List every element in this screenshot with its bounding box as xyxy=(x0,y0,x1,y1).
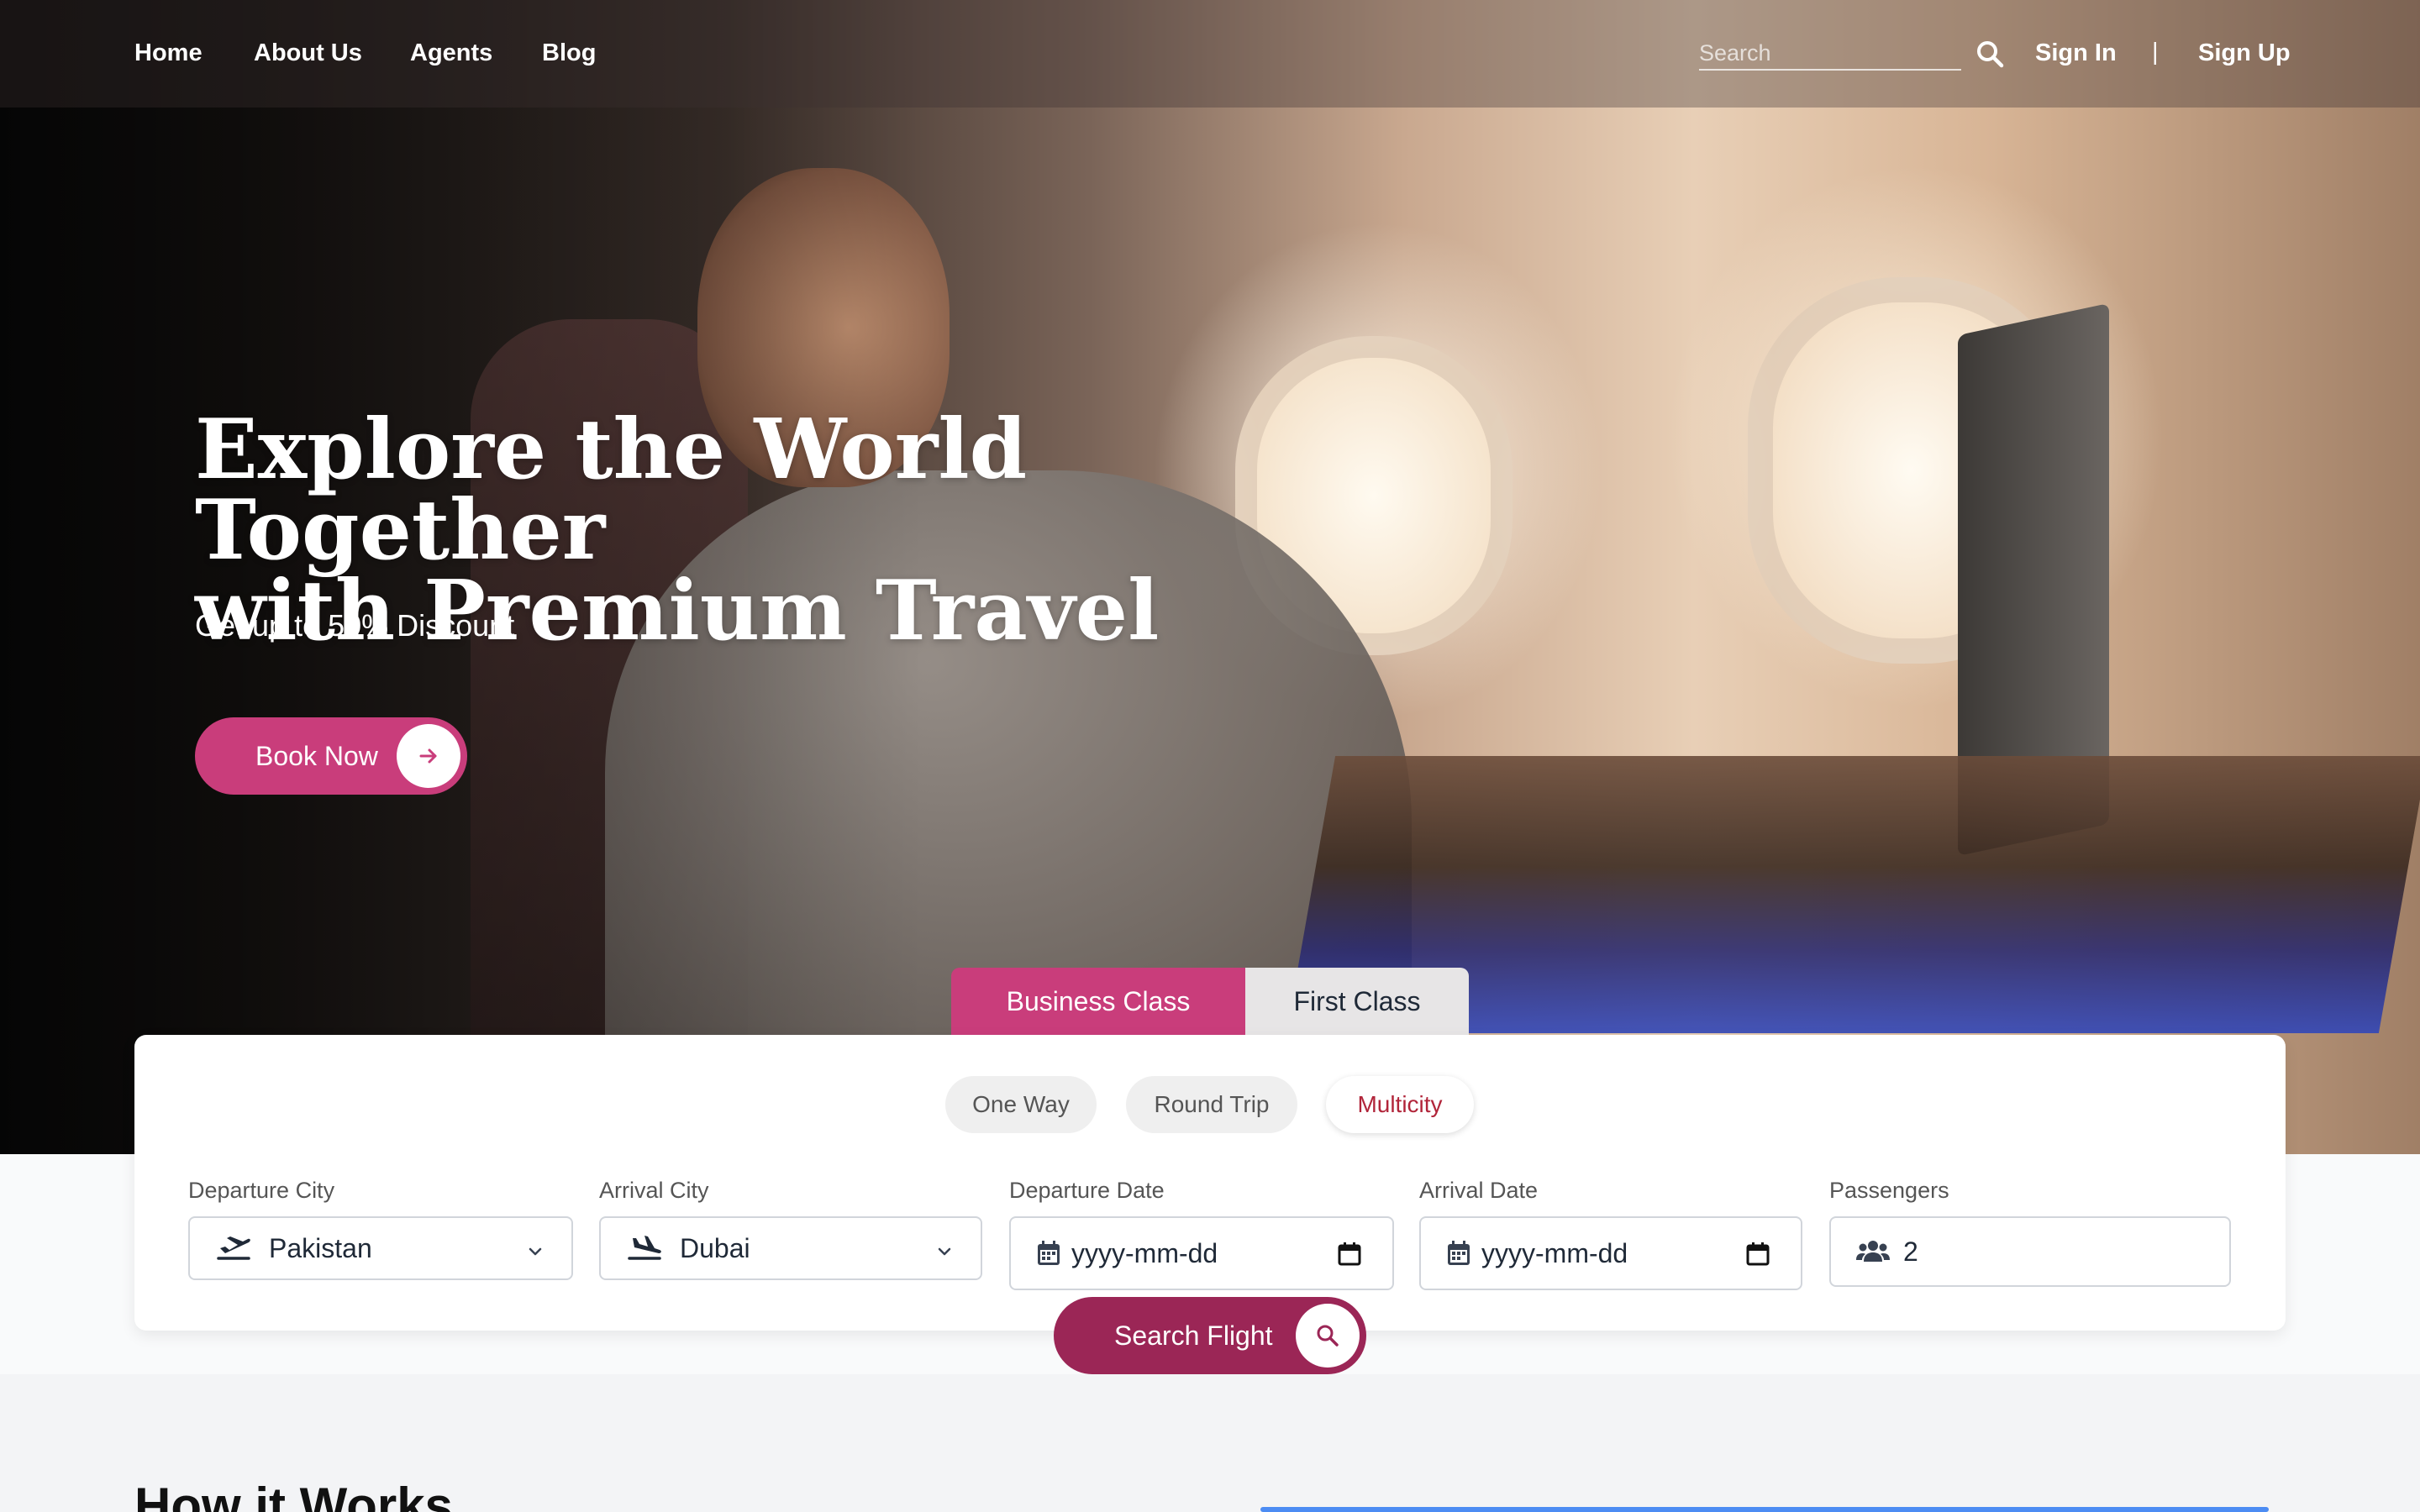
search-input[interactable] xyxy=(1699,37,1961,71)
departure-date-input[interactable]: yyyy-mm-dd xyxy=(1009,1216,1394,1290)
users-icon xyxy=(1856,1235,1890,1268)
book-now-button[interactable]: Book Now xyxy=(195,717,467,795)
nav-home[interactable]: Home xyxy=(134,39,203,67)
arrival-city-value: Dubai xyxy=(680,1232,750,1263)
passengers-input[interactable]: 2 xyxy=(1829,1216,2231,1287)
sign-in-link[interactable]: Sign In xyxy=(2035,39,2117,67)
chevron-down-icon xyxy=(934,1238,955,1260)
nav-about-us[interactable]: About Us xyxy=(254,39,362,67)
arrow-right-icon xyxy=(397,724,460,788)
arrival-date-value: yyyy-mm-dd xyxy=(1481,1237,1628,1268)
chevron-down-icon xyxy=(524,1238,546,1260)
arrival-city-label: Arrival City xyxy=(599,1178,709,1203)
section-heading-how-it-works: How it Works xyxy=(134,1478,453,1512)
departure-city-value: Pakistan xyxy=(269,1232,372,1263)
hero-title-line1: Explore the World Together xyxy=(195,402,1028,579)
arrival-city-select[interactable]: Dubai xyxy=(599,1216,982,1280)
book-now-label: Book Now xyxy=(255,740,378,771)
search-icon xyxy=(1296,1304,1360,1368)
arrival-date-input[interactable]: yyyy-mm-dd xyxy=(1419,1216,1802,1290)
section-accent-bar xyxy=(1260,1507,2269,1512)
search-flight-label: Search Flight xyxy=(1114,1320,1273,1351)
departure-city-label: Departure City xyxy=(188,1178,335,1203)
trip-multicity[interactable]: Multicity xyxy=(1326,1076,1474,1133)
tab-business-class[interactable]: Business Class xyxy=(951,968,1245,1035)
passengers-value: 2 xyxy=(1903,1236,1918,1267)
passengers-label: Passengers xyxy=(1829,1178,1949,1203)
class-tabs: Business Class First Class xyxy=(951,968,1469,1035)
top-navigation: Home About Us Agents Blog Sign In | Sign… xyxy=(0,0,2420,108)
departure-date-label: Departure Date xyxy=(1009,1178,1165,1203)
nav-agents[interactable]: Agents xyxy=(410,39,492,67)
plane-arrival-icon xyxy=(626,1231,663,1265)
trip-one-way[interactable]: One Way xyxy=(945,1076,1097,1133)
search-icon[interactable] xyxy=(1975,39,2005,69)
plane-departure-icon xyxy=(215,1231,252,1265)
search-flight-button[interactable]: Search Flight xyxy=(1054,1297,1366,1374)
calendar-icon xyxy=(1446,1236,1471,1270)
calendar-picker-icon[interactable] xyxy=(1745,1242,1770,1267)
flight-search-card: One Way Round Trip Multicity Departure C… xyxy=(134,1035,2286,1331)
sign-up-link[interactable]: Sign Up xyxy=(2198,39,2291,67)
nav-divider: | xyxy=(2152,39,2159,66)
calendar-picker-icon[interactable] xyxy=(1337,1242,1362,1267)
calendar-icon xyxy=(1036,1236,1061,1270)
hero-subtitle: Get up to 50% Discount xyxy=(195,608,515,643)
arrival-date-label: Arrival Date xyxy=(1419,1178,1539,1203)
tab-first-class[interactable]: First Class xyxy=(1245,968,1469,1035)
departure-city-select[interactable]: Pakistan xyxy=(188,1216,573,1280)
trip-round-trip[interactable]: Round Trip xyxy=(1126,1076,1297,1133)
departure-date-value: yyyy-mm-dd xyxy=(1071,1237,1218,1268)
nav-blog[interactable]: Blog xyxy=(542,39,596,67)
